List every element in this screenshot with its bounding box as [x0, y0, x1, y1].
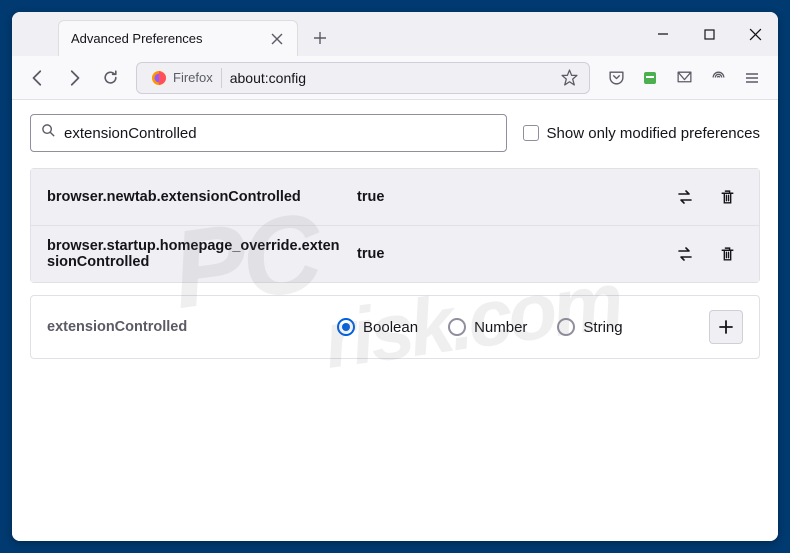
search-row: Show only modified preferences — [30, 114, 760, 152]
search-box[interactable] — [30, 114, 507, 152]
pref-actions — [669, 238, 743, 270]
extension-icon[interactable] — [634, 62, 666, 94]
account-icon[interactable] — [668, 62, 700, 94]
radio-boolean[interactable]: Boolean — [337, 318, 418, 336]
checkbox-label: Show only modified preferences — [547, 125, 760, 142]
reload-button[interactable] — [94, 62, 126, 94]
navigation-toolbar: Firefox about:config — [12, 56, 778, 100]
type-radio-group: Boolean Number String — [337, 318, 709, 336]
radio-icon — [337, 318, 355, 336]
maximize-button[interactable] — [686, 18, 732, 50]
add-button[interactable] — [709, 310, 743, 344]
new-tab-button[interactable] — [304, 22, 336, 54]
pref-value: true — [357, 246, 669, 262]
window-controls — [640, 12, 778, 56]
pref-name: browser.newtab.extensionControlled — [47, 189, 357, 205]
pref-value: true — [357, 189, 669, 205]
menu-icon[interactable] — [736, 62, 768, 94]
toggle-icon[interactable] — [669, 181, 701, 213]
radio-label: Boolean — [363, 319, 418, 336]
checkbox-icon[interactable] — [523, 125, 539, 141]
delete-icon[interactable] — [711, 238, 743, 270]
toolbar-right — [600, 62, 768, 94]
url-text: about:config — [230, 70, 555, 86]
tab-bar: Advanced Preferences — [12, 12, 778, 56]
radio-number[interactable]: Number — [448, 318, 527, 336]
radio-label: String — [583, 319, 622, 336]
search-icon — [41, 123, 56, 143]
tab-advanced-preferences[interactable]: Advanced Preferences — [58, 20, 298, 56]
pref-actions — [669, 181, 743, 213]
identity-box[interactable]: Firefox — [143, 68, 222, 88]
pref-row[interactable]: browser.startup.homepage_override.extens… — [31, 226, 759, 282]
preference-list: browser.newtab.extensionControlled true … — [30, 168, 760, 283]
radio-icon — [448, 318, 466, 336]
radio-icon — [557, 318, 575, 336]
pocket-icon[interactable] — [600, 62, 632, 94]
url-bar[interactable]: Firefox about:config — [136, 62, 590, 94]
minimize-button[interactable] — [640, 18, 686, 50]
back-button[interactable] — [22, 62, 54, 94]
close-tab-icon[interactable] — [269, 31, 285, 47]
content-area: Show only modified preferences browser.n… — [12, 100, 778, 541]
firefox-logo-icon — [151, 70, 167, 86]
toggle-icon[interactable] — [669, 238, 701, 270]
close-window-button[interactable] — [732, 18, 778, 50]
pref-row[interactable]: browser.newtab.extensionControlled true — [31, 169, 759, 226]
radio-label: Number — [474, 319, 527, 336]
modified-only-checkbox[interactable]: Show only modified preferences — [523, 125, 760, 142]
identity-label: Firefox — [173, 70, 213, 85]
add-preference-row: extensionControlled Boolean Number Strin… — [30, 295, 760, 359]
add-pref-name: extensionControlled — [47, 319, 337, 335]
forward-button[interactable] — [58, 62, 90, 94]
bookmark-star-icon[interactable] — [555, 64, 583, 92]
radio-string[interactable]: String — [557, 318, 622, 336]
delete-icon[interactable] — [711, 181, 743, 213]
search-input[interactable] — [64, 125, 496, 142]
tab-title: Advanced Preferences — [71, 31, 269, 46]
shield-icon[interactable] — [702, 62, 734, 94]
pref-name: browser.startup.homepage_override.extens… — [47, 238, 357, 270]
browser-window: Advanced Preferences — [12, 12, 778, 541]
